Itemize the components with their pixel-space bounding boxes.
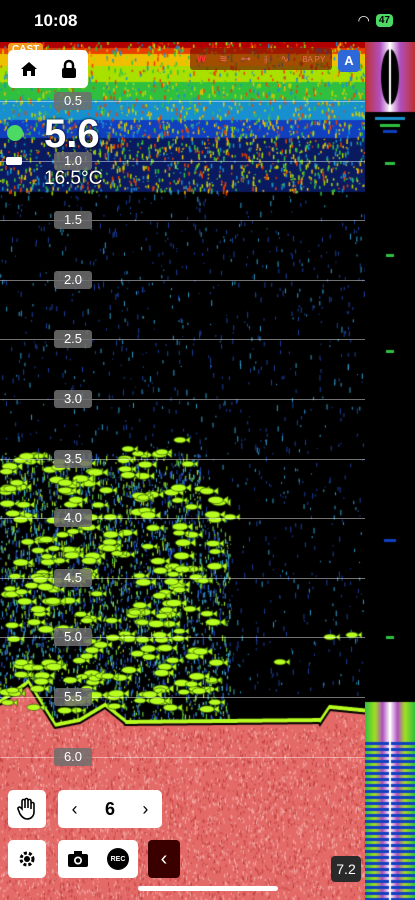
top-controls <box>8 50 88 88</box>
status-icons: ◠ 47 <box>358 12 393 29</box>
split-mode-icon[interactable]: ⫲ <box>264 54 267 65</box>
mode-strip[interactable]: W ≋ ⊶ ⫲ ∿ BA PY <box>190 48 332 70</box>
home-button[interactable] <box>19 59 39 79</box>
mode-bapy[interactable]: BA PY <box>302 55 325 64</box>
gear-icon <box>19 851 35 867</box>
temperature-readout: 16.5°C <box>44 168 103 189</box>
camera-button[interactable] <box>67 850 89 868</box>
status-bar: 10:08 ◠ 47 <box>0 0 415 42</box>
capture-controls: REC <box>58 840 138 878</box>
depth-tick-label: 2.0 <box>54 270 92 289</box>
status-time: 10:08 <box>34 11 78 30</box>
depth-tick-label: 3.5 <box>54 449 92 468</box>
depth-tick-label: 2.5 <box>54 330 92 349</box>
auto-button[interactable]: A <box>338 50 360 72</box>
depth-tick-label: 4.5 <box>54 568 92 587</box>
depth-tick-label: 6.0 <box>54 747 92 766</box>
settings-button[interactable] <box>8 840 46 878</box>
lock-button[interactable] <box>60 59 78 79</box>
depth-tick-label: 4.0 <box>54 509 92 528</box>
zoom-level: 7.2 <box>331 856 361 882</box>
record-label: REC <box>110 855 126 863</box>
range-value: 6 <box>104 798 115 819</box>
frequency-mode-icon[interactable]: ⊶ <box>241 54 251 65</box>
depth-tick-label: 1.5 <box>54 211 92 230</box>
mode-w[interactable]: W <box>197 54 206 65</box>
camera-icon <box>68 851 88 867</box>
range-stepper: ‹ 6 › <box>58 790 162 828</box>
signal-icon <box>7 125 23 141</box>
collapse-panel-button[interactable]: ‹ <box>148 840 180 878</box>
home-indicator <box>138 886 278 891</box>
wifi-icon: ◠ <box>357 12 370 28</box>
battery-level: 47 <box>375 14 393 27</box>
home-icon <box>20 62 37 76</box>
depth-tick-label: 1.0 <box>54 151 92 170</box>
sonar-mode-icon[interactable]: ≋ <box>219 54 227 65</box>
depth-readout: 5.6 <box>44 112 100 156</box>
waveform-mode-icon[interactable]: ∿ <box>281 54 289 65</box>
range-increase-button[interactable]: › <box>142 799 148 820</box>
chevron-left-icon: ‹ <box>160 847 168 870</box>
record-button[interactable]: REC <box>107 848 129 870</box>
depth-tick-label: 5.0 <box>54 628 92 647</box>
depth-tick-label: 5.5 <box>54 688 92 706</box>
pan-button[interactable] <box>8 790 46 828</box>
flasher-bar <box>365 42 415 900</box>
depth-tick-label: 3.0 <box>54 390 92 408</box>
hand-icon <box>17 797 35 820</box>
lock-icon <box>61 59 76 78</box>
range-decrease-button[interactable]: ‹ <box>72 799 78 820</box>
depth-tick-label: 0.5 <box>54 92 92 110</box>
